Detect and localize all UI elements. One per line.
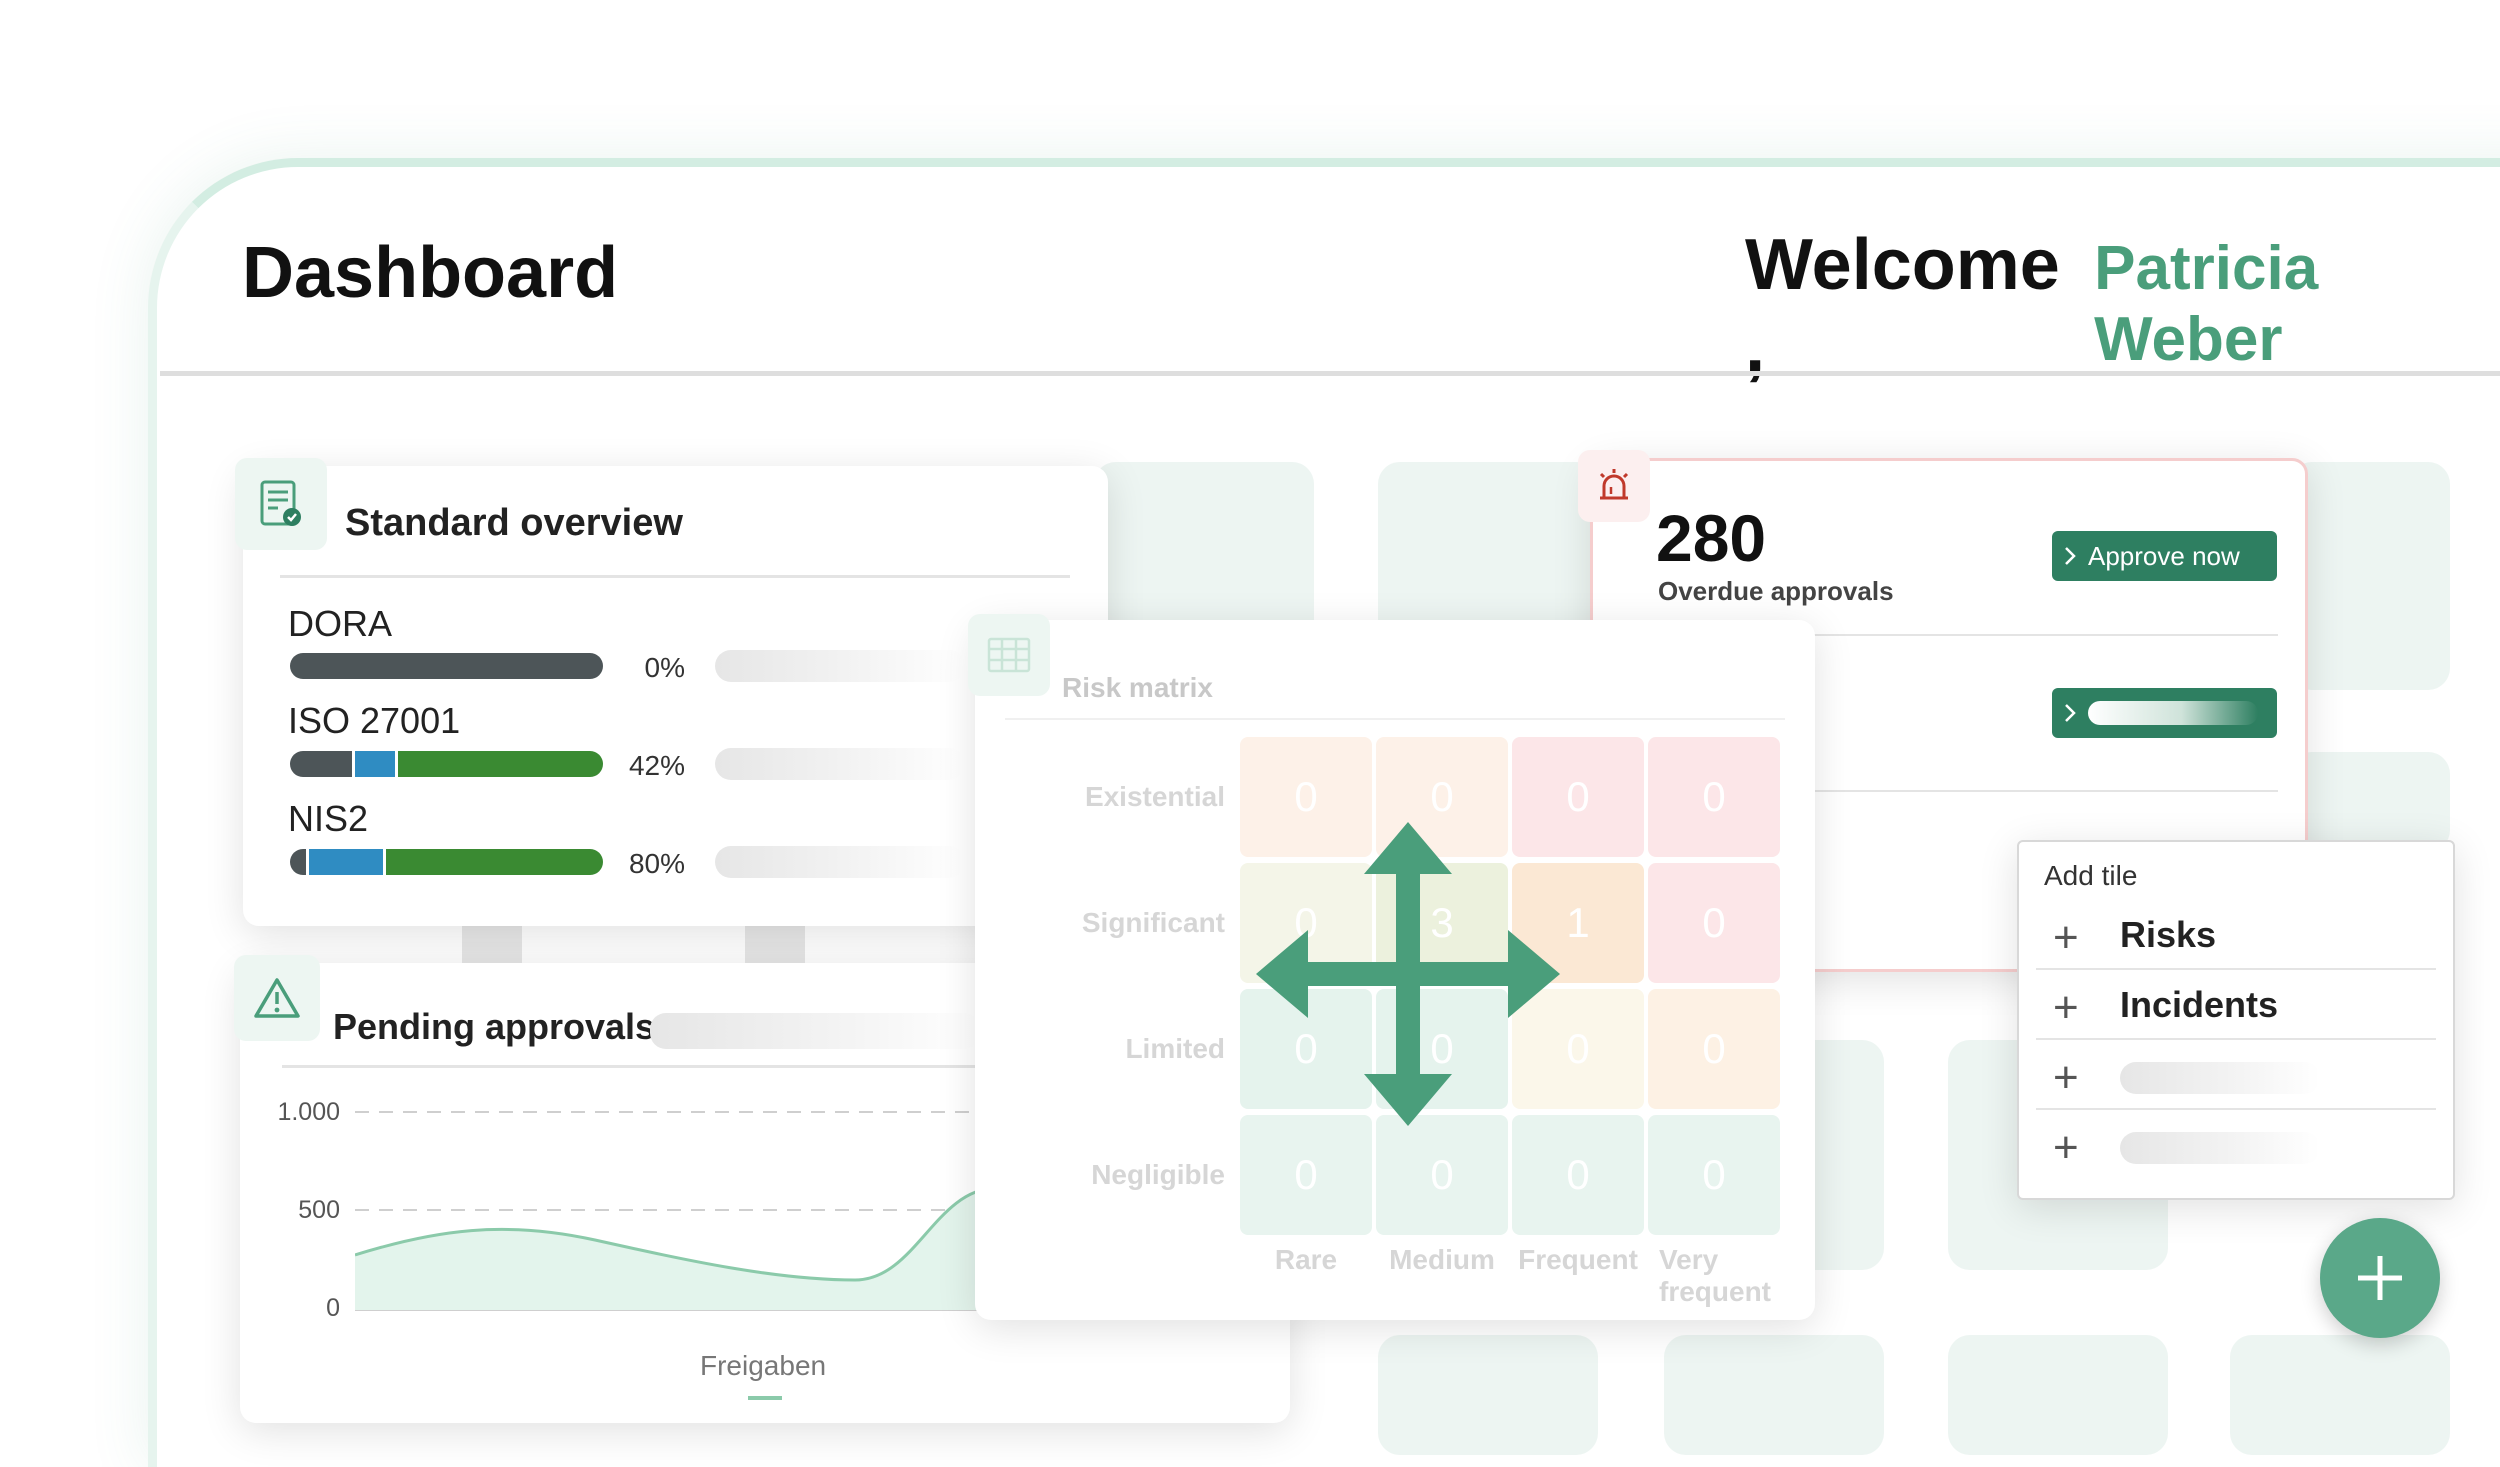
loading-placeholder <box>2120 1132 2320 1164</box>
placeholder-tile <box>2230 1335 2450 1455</box>
standard-overview-title: Standard overview <box>345 502 683 544</box>
card-divider <box>1005 718 1785 720</box>
loading-placeholder <box>650 1013 980 1049</box>
add-tile-option-incidents[interactable]: + Incidents <box>2036 978 2436 1038</box>
welcome-banner: Welcome , Patricia Weber <box>1745 224 2500 388</box>
risk-cell[interactable]: 0 <box>1376 1115 1508 1235</box>
card-divider <box>282 1065 982 1068</box>
pending-approvals-icon-box <box>234 955 320 1041</box>
placeholder-connector <box>462 922 522 964</box>
y-axis-tick: 1.000 <box>277 1098 340 1126</box>
menu-item-label: Incidents <box>2120 984 2279 1025</box>
risk-row-label: Significant <box>1081 907 1225 938</box>
warning-triangle-icon <box>254 978 300 1018</box>
approve-now-button[interactable]: Approve now <box>2052 531 2277 581</box>
overdue-count: 280 <box>1656 501 1767 575</box>
loading-placeholder <box>715 748 965 780</box>
plus-icon: + <box>2053 983 2079 1032</box>
pending-approvals-chart <box>355 1111 995 1311</box>
plus-icon: + <box>2053 1123 2079 1172</box>
standard-name: DORA <box>288 603 393 644</box>
risk-cell[interactable]: 0 <box>1648 1115 1780 1235</box>
chevron-right-icon <box>2065 547 2076 565</box>
add-tile-option-risks[interactable]: + Risks <box>2036 908 2436 968</box>
table-grid-icon <box>987 637 1031 673</box>
y-axis-tick: 500 <box>298 1196 340 1224</box>
loading-placeholder <box>2120 1062 2320 1094</box>
overdue-label: Overdue approvals <box>1658 576 1894 606</box>
loading-placeholder <box>2088 701 2258 725</box>
risk-col-label: Frequent <box>1518 1244 1638 1275</box>
menu-divider <box>2036 968 2436 970</box>
progress-percent: 0% <box>644 652 685 683</box>
menu-divider <box>2036 1108 2436 1110</box>
plus-icon: + <box>2053 1053 2079 1102</box>
progress-bar-iso27001 <box>290 751 603 777</box>
alarm-siren-icon <box>1599 469 1629 500</box>
risk-cell[interactable]: 0 <box>1648 989 1780 1109</box>
y-axis-tick: 0 <box>326 1294 340 1322</box>
risk-cell[interactable]: 0 <box>1648 737 1780 857</box>
placeholder-tile <box>1664 1335 1884 1455</box>
header-divider <box>160 371 2500 376</box>
legend-swatch <box>748 1396 782 1400</box>
approve-now-label: Approve now <box>2088 540 2240 571</box>
series-area <box>355 1188 995 1310</box>
pending-approvals-title: Pending approvals: <box>333 1006 668 1047</box>
progress-percent: 42% <box>628 750 685 781</box>
plus-icon: + <box>2053 913 2079 962</box>
standard-name: ISO 27001 <box>288 700 461 741</box>
risk-row-label: Existential <box>1084 781 1225 812</box>
risk-col-label: Very frequent <box>1659 1244 1771 1307</box>
risk-col-label: Medium <box>1389 1244 1495 1275</box>
placeholder-tile <box>1378 1335 1598 1455</box>
progress-bar-dora <box>290 653 603 679</box>
add-tile-option-placeholder[interactable]: + <box>2036 1118 2436 1178</box>
add-tile-fab[interactable] <box>2320 1218 2440 1338</box>
series-label: Freigaben <box>700 1350 827 1381</box>
menu-item-label: Risks <box>2120 914 2217 955</box>
plus-icon <box>2358 1256 2402 1300</box>
risk-cell[interactable]: 0 <box>1512 1115 1644 1235</box>
risk-cell[interactable]: 0 <box>1648 863 1780 983</box>
risk-matrix-icon-box <box>968 614 1050 696</box>
risk-row-label: Negligible <box>1091 1159 1225 1190</box>
placeholder-tile <box>1948 1335 2168 1455</box>
risk-row-label: Limited <box>1125 1033 1225 1064</box>
move-arrows-icon[interactable] <box>1252 818 1564 1130</box>
certificate-icon <box>260 480 301 526</box>
risk-matrix-title: Risk matrix <box>1062 672 1213 703</box>
welcome-text: Welcome , <box>1745 225 2060 387</box>
overdue-icon-box <box>1578 450 1650 522</box>
placeholder-tile <box>2290 752 2450 852</box>
user-name: Patricia Weber <box>2094 234 2319 374</box>
standard-overview-icon-box <box>235 458 327 550</box>
chevron-right-icon <box>2065 704 2076 722</box>
menu-divider <box>2036 1038 2436 1040</box>
progress-percent: 80% <box>628 848 685 879</box>
add-tile-title: Add tile <box>2044 860 2138 891</box>
card-divider <box>280 575 1070 578</box>
loading-placeholder <box>715 650 965 682</box>
action-button-placeholder[interactable] <box>2052 688 2277 738</box>
progress-bar-nis2 <box>290 849 603 875</box>
page-title: Dashboard <box>242 233 619 313</box>
placeholder-tile <box>2290 462 2450 690</box>
standard-name: NIS2 <box>288 798 369 839</box>
placeholder-connector <box>745 922 805 964</box>
risk-cell[interactable]: 0 <box>1240 1115 1372 1235</box>
loading-placeholder <box>715 846 965 878</box>
add-tile-option-placeholder[interactable]: + <box>2036 1048 2436 1108</box>
risk-col-label: Rare <box>1274 1244 1338 1275</box>
